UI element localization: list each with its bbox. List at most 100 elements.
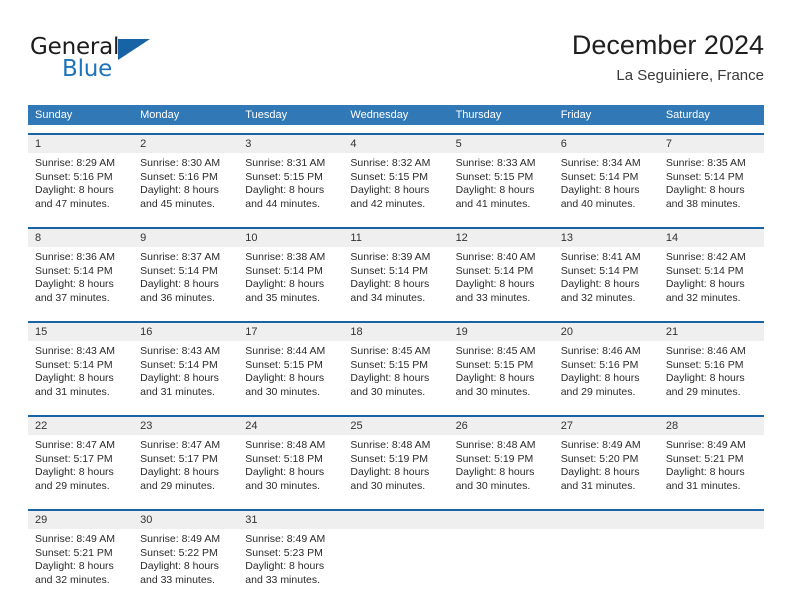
daylight-text-line2: and 32 minutes. (560, 291, 636, 304)
day-cell[interactable]: 6 Sunrise: 8:34 AM Sunset: 5:14 PM Dayli… (553, 135, 659, 219)
daylight-text-line2: and 40 minutes. (560, 197, 636, 210)
day-number: 20 (553, 323, 659, 341)
day-number: 12 (448, 229, 554, 247)
sunrise-text: Sunrise: 8:35 AM (665, 157, 746, 169)
day-details: Sunrise: 8:45 AM Sunset: 5:15 PM Dayligh… (343, 341, 448, 407)
day-cell[interactable]: 13 Sunrise: 8:41 AM Sunset: 5:14 PM Dayl… (553, 229, 659, 313)
day-cell[interactable]: 30 Sunrise: 8:49 AM Sunset: 5:22 PM Dayl… (133, 511, 239, 595)
day-cell[interactable]: 15 Sunrise: 8:43 AM Sunset: 5:14 PM Dayl… (28, 323, 134, 407)
day-number: 5 (448, 135, 554, 153)
day-details: Sunrise: 8:44 AM Sunset: 5:15 PM Dayligh… (238, 341, 343, 407)
day-details (659, 529, 764, 583)
sunrise-text: Sunrise: 8:40 AM (455, 251, 536, 263)
daylight-text-line2: and 44 minutes. (245, 197, 320, 210)
day-cell[interactable]: 19 Sunrise: 8:45 AM Sunset: 5:15 PM Dayl… (448, 323, 554, 407)
daylight-text-line1: Daylight: 8 hours (455, 278, 535, 290)
daylight-text-line1: Daylight: 8 hours (140, 372, 219, 384)
day-details: Sunrise: 8:43 AM Sunset: 5:14 PM Dayligh… (133, 341, 238, 407)
day-details: Sunrise: 8:39 AM Sunset: 5:14 PM Dayligh… (343, 247, 448, 313)
day-cell[interactable]: 5 Sunrise: 8:33 AM Sunset: 5:15 PM Dayli… (448, 135, 554, 219)
sunset-text: Sunset: 5:14 PM (35, 358, 113, 371)
daylight-text-line2: and 30 minutes. (350, 479, 426, 492)
sunset-text: Sunset: 5:21 PM (665, 452, 744, 465)
sunrise-text: Sunrise: 8:31 AM (245, 157, 326, 169)
sunrise-text: Sunrise: 8:46 AM (665, 345, 746, 357)
day-cell[interactable]: 3 Sunrise: 8:31 AM Sunset: 5:15 PM Dayli… (238, 135, 344, 219)
sunset-text: Sunset: 5:14 PM (560, 264, 639, 277)
daylight-text-line2: and 42 minutes. (350, 197, 426, 210)
day-cell[interactable]: 1 Sunrise: 8:29 AM Sunset: 5:16 PM Dayli… (28, 135, 134, 219)
day-cell[interactable]: 4 Sunrise: 8:32 AM Sunset: 5:15 PM Dayli… (343, 135, 449, 219)
title-block: December 2024 La Seguiniere, France (572, 28, 764, 86)
day-cell[interactable]: 8 Sunrise: 8:36 AM Sunset: 5:14 PM Dayli… (28, 229, 134, 313)
day-cell[interactable]: 27 Sunrise: 8:49 AM Sunset: 5:20 PM Dayl… (553, 417, 659, 501)
daylight-text-line1: Daylight: 8 hours (455, 466, 535, 478)
daylight-text-line1: Daylight: 8 hours (35, 372, 114, 384)
day-cell[interactable]: 11 Sunrise: 8:39 AM Sunset: 5:14 PM Dayl… (343, 229, 449, 313)
sunrise-text: Sunrise: 8:43 AM (140, 345, 221, 357)
sunrise-text: Sunrise: 8:46 AM (560, 345, 641, 357)
daylight-text-line2: and 29 minutes. (560, 385, 636, 398)
day-cell[interactable]: 26 Sunrise: 8:48 AM Sunset: 5:19 PM Dayl… (448, 417, 554, 501)
sunset-text: Sunset: 5:15 PM (245, 170, 323, 183)
daylight-text-line2: and 30 minutes. (245, 479, 320, 492)
generalblue-logo[interactable]: General Blue (30, 34, 210, 90)
day-details: Sunrise: 8:34 AM Sunset: 5:14 PM Dayligh… (554, 153, 659, 219)
day-details: Sunrise: 8:47 AM Sunset: 5:17 PM Dayligh… (133, 435, 238, 501)
daylight-text-line2: and 32 minutes. (665, 291, 741, 304)
daylight-text-line1: Daylight: 8 hours (455, 372, 535, 384)
day-cell[interactable]: 10 Sunrise: 8:38 AM Sunset: 5:14 PM Dayl… (238, 229, 344, 313)
day-number: 19 (448, 323, 554, 341)
daylight-text-line1: Daylight: 8 hours (350, 372, 430, 384)
day-cell[interactable]: 31 Sunrise: 8:49 AM Sunset: 5:23 PM Dayl… (238, 511, 344, 595)
weekday-header-sunday: Sunday (35, 109, 73, 121)
day-cell[interactable]: 14 Sunrise: 8:42 AM Sunset: 5:14 PM Dayl… (658, 229, 764, 313)
day-number: 2 (133, 135, 239, 153)
day-cell[interactable]: 25 Sunrise: 8:48 AM Sunset: 5:19 PM Dayl… (343, 417, 449, 501)
day-cell[interactable]: 7 Sunrise: 8:35 AM Sunset: 5:14 PM Dayli… (658, 135, 764, 219)
day-number: 7 (658, 135, 764, 153)
week-row: 8 Sunrise: 8:36 AM Sunset: 5:14 PM Dayli… (28, 227, 764, 313)
sunrise-text: Sunrise: 8:47 AM (140, 439, 221, 451)
day-cell[interactable]: 17 Sunrise: 8:44 AM Sunset: 5:15 PM Dayl… (238, 323, 344, 407)
day-cell[interactable]: 23 Sunrise: 8:47 AM Sunset: 5:17 PM Dayl… (133, 417, 239, 501)
day-cell[interactable]: 20 Sunrise: 8:46 AM Sunset: 5:16 PM Dayl… (553, 323, 659, 407)
day-details: Sunrise: 8:49 AM Sunset: 5:23 PM Dayligh… (238, 529, 343, 595)
day-details (449, 529, 554, 583)
day-cell[interactable]: 21 Sunrise: 8:46 AM Sunset: 5:16 PM Dayl… (658, 323, 764, 407)
daylight-text-line1: Daylight: 8 hours (665, 184, 745, 196)
daylight-text-line1: Daylight: 8 hours (350, 466, 430, 478)
day-cell[interactable]: 12 Sunrise: 8:40 AM Sunset: 5:14 PM Dayl… (448, 229, 554, 313)
sunset-text: Sunset: 5:15 PM (245, 358, 323, 371)
day-details: Sunrise: 8:46 AM Sunset: 5:16 PM Dayligh… (659, 341, 764, 407)
daylight-text-line1: Daylight: 8 hours (35, 466, 114, 478)
day-details: Sunrise: 8:42 AM Sunset: 5:14 PM Dayligh… (659, 247, 764, 313)
daylight-text-line2: and 30 minutes. (245, 385, 320, 398)
week-row: 22 Sunrise: 8:47 AM Sunset: 5:17 PM Dayl… (28, 415, 764, 501)
sunset-text: Sunset: 5:16 PM (140, 170, 218, 183)
day-details: Sunrise: 8:40 AM Sunset: 5:14 PM Dayligh… (449, 247, 554, 313)
day-cell[interactable]: 22 Sunrise: 8:47 AM Sunset: 5:17 PM Dayl… (28, 417, 134, 501)
sunset-text: Sunset: 5:14 PM (665, 264, 744, 277)
daylight-text-line1: Daylight: 8 hours (140, 184, 219, 196)
sunset-text: Sunset: 5:14 PM (245, 264, 323, 277)
day-cell[interactable]: 28 Sunrise: 8:49 AM Sunset: 5:21 PM Dayl… (658, 417, 764, 501)
day-cell[interactable]: 24 Sunrise: 8:48 AM Sunset: 5:18 PM Dayl… (238, 417, 344, 501)
day-number: 26 (448, 417, 554, 435)
day-cell[interactable]: 2 Sunrise: 8:30 AM Sunset: 5:16 PM Dayli… (133, 135, 239, 219)
daylight-text-line2: and 29 minutes. (665, 385, 741, 398)
sunset-text: Sunset: 5:23 PM (245, 546, 323, 559)
sunset-text: Sunset: 5:16 PM (35, 170, 113, 183)
daylight-text-line1: Daylight: 8 hours (245, 560, 325, 572)
day-number: 8 (28, 229, 134, 247)
day-cell[interactable]: 29 Sunrise: 8:49 AM Sunset: 5:21 PM Dayl… (28, 511, 134, 595)
day-cell[interactable]: 16 Sunrise: 8:43 AM Sunset: 5:14 PM Dayl… (133, 323, 239, 407)
day-cell[interactable]: 18 Sunrise: 8:45 AM Sunset: 5:15 PM Dayl… (343, 323, 449, 407)
day-cell[interactable]: 9 Sunrise: 8:37 AM Sunset: 5:14 PM Dayli… (133, 229, 239, 313)
day-details: Sunrise: 8:41 AM Sunset: 5:14 PM Dayligh… (554, 247, 659, 313)
sunset-text: Sunset: 5:14 PM (350, 264, 429, 277)
day-details: Sunrise: 8:47 AM Sunset: 5:17 PM Dayligh… (28, 435, 133, 501)
sunrise-text: Sunrise: 8:42 AM (665, 251, 746, 263)
sunrise-text: Sunrise: 8:44 AM (245, 345, 326, 357)
daylight-text-line2: and 33 minutes. (140, 573, 215, 586)
